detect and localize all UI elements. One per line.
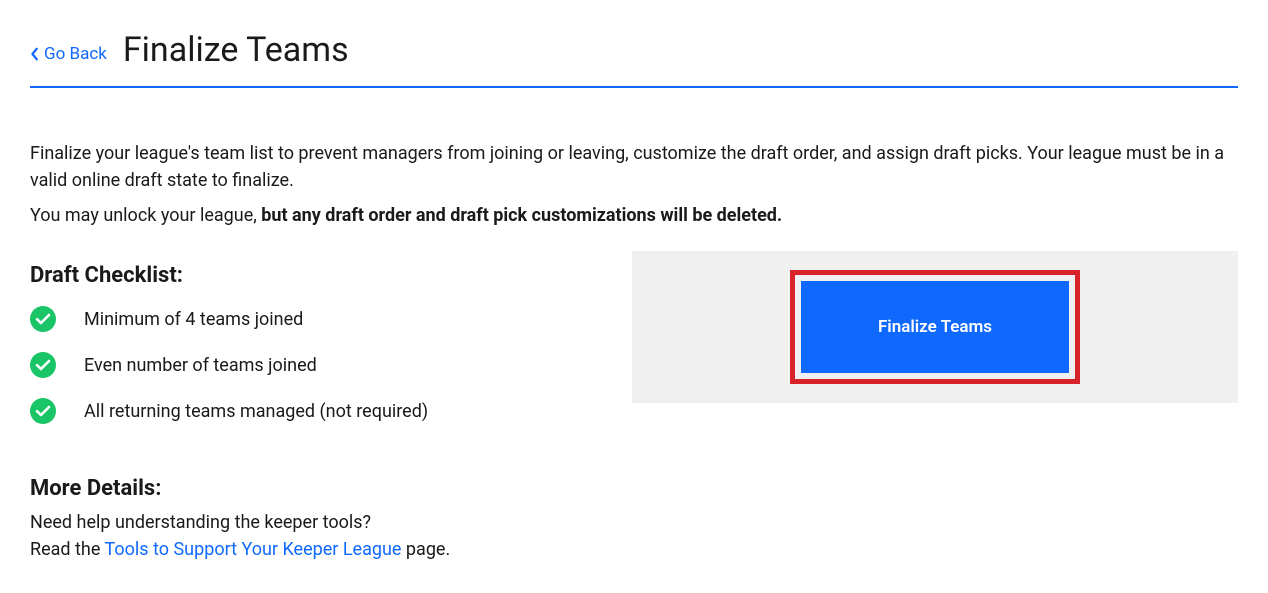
- help-suffix: page.: [401, 539, 450, 560]
- check-circle-icon: [30, 306, 56, 332]
- finalize-panel: Finalize Teams: [632, 251, 1238, 403]
- check-circle-icon: [30, 398, 56, 424]
- checklist-item-label: Even number of teams joined: [84, 355, 317, 376]
- go-back-link[interactable]: Go Back: [30, 44, 107, 64]
- checklist-item-label: Minimum of 4 teams joined: [84, 309, 303, 330]
- unlock-paragraph: You may unlock your league, but any draf…: [30, 202, 1238, 229]
- checklist-item: All returning teams managed (not require…: [30, 398, 602, 424]
- header-divider: [30, 86, 1238, 88]
- help-line-1: Need help understanding the keeper tools…: [30, 509, 602, 536]
- checklist-item: Minimum of 4 teams joined: [30, 306, 602, 332]
- intro-paragraph: Finalize your league's team list to prev…: [30, 140, 1238, 194]
- checklist-heading: Draft Checklist:: [30, 263, 602, 288]
- keeper-tools-link[interactable]: Tools to Support Your Keeper League: [105, 539, 402, 560]
- finalize-button-highlight: Finalize Teams: [790, 270, 1080, 384]
- finalize-teams-button[interactable]: Finalize Teams: [801, 281, 1069, 373]
- unlock-warning: but any draft order and draft pick custo…: [261, 205, 782, 226]
- go-back-label: Go Back: [44, 44, 107, 64]
- chevron-left-icon: [30, 47, 40, 61]
- more-details-heading: More Details:: [30, 476, 602, 501]
- checklist-item: Even number of teams joined: [30, 352, 602, 378]
- help-prefix: Read the: [30, 539, 105, 560]
- draft-checklist: Minimum of 4 teams joined Even number of…: [30, 306, 602, 424]
- page-title: Finalize Teams: [123, 30, 349, 70]
- help-line-2: Read the Tools to Support Your Keeper Le…: [30, 536, 602, 563]
- unlock-prefix: You may unlock your league,: [30, 205, 261, 226]
- check-circle-icon: [30, 352, 56, 378]
- checklist-item-label: All returning teams managed (not require…: [84, 401, 428, 422]
